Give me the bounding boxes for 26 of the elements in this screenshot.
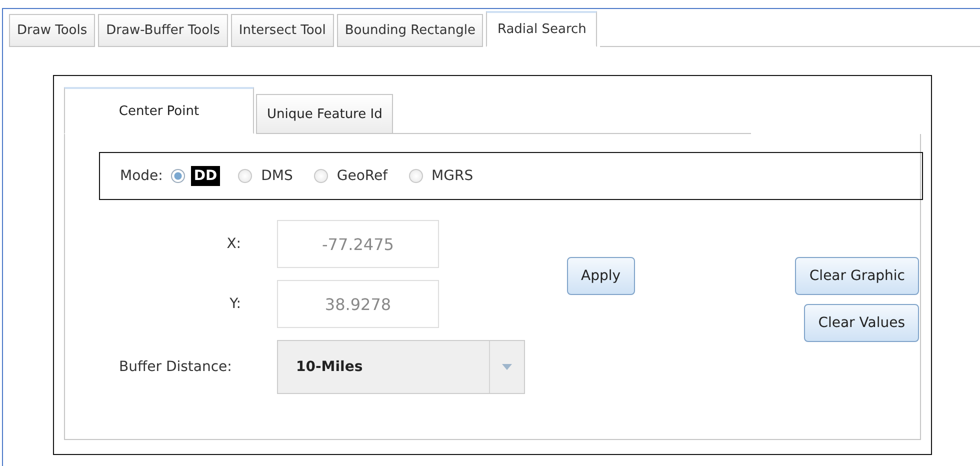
tab[interactable]: Center Point (64, 87, 254, 134)
field-label: X: (226, 236, 242, 252)
tab[interactable]: Bounding Rectangle (336, 14, 484, 47)
tab[interactable]: Intersect Tool (230, 14, 334, 47)
tab[interactable]: Radial Search (486, 11, 598, 47)
tab[interactable]: Unique Feature Id (256, 94, 394, 134)
tab[interactable]: Draw-Buffer Tools (98, 14, 228, 47)
radio-label[interactable]: MGRS (428, 166, 476, 186)
radio-label[interactable]: DMS (258, 166, 296, 186)
field-label: Y: (228, 296, 242, 312)
radio-button[interactable] (314, 169, 328, 183)
dropdown[interactable]: 10-Miles (277, 340, 525, 394)
clear-graphic-button[interactable]: Clear Graphic (795, 257, 919, 295)
apply-button[interactable]: Apply (567, 257, 635, 295)
radio-button[interactable] (238, 169, 252, 183)
radio-label[interactable]: DD (190, 166, 220, 186)
input-field[interactable]: 38.9278 (277, 280, 439, 328)
radio-button[interactable] (408, 169, 423, 183)
field-label: Buffer Distance: (118, 359, 233, 375)
mode-label: Mode: (120, 168, 163, 184)
radio-button[interactable] (170, 169, 185, 183)
clear-values-button[interactable]: Clear Values (804, 304, 919, 342)
caret-icon (502, 364, 512, 370)
tab[interactable]: Draw Tools (9, 14, 96, 47)
input-field[interactable]: -77.2475 (277, 220, 439, 268)
radio-label[interactable]: GeoRef (334, 166, 391, 186)
